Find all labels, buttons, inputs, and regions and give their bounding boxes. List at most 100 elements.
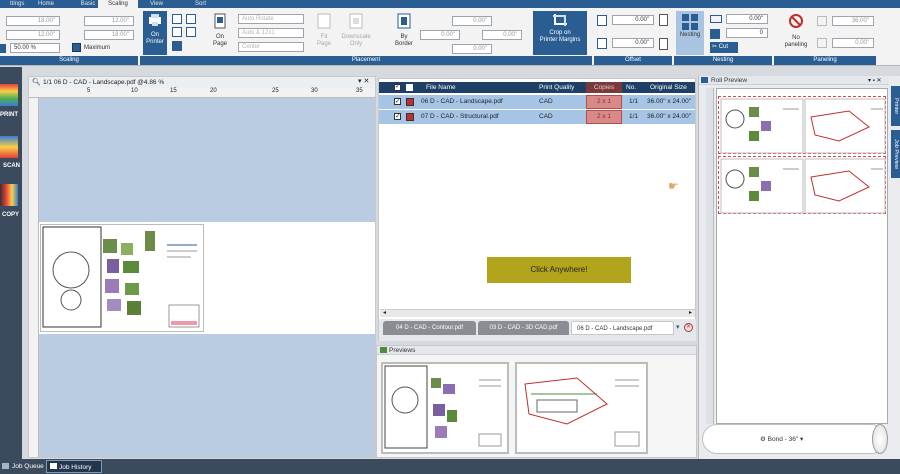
table-row[interactable]: 07 D - CAD - Structural.pdf CAD 2 x 1 1/… — [379, 110, 695, 124]
scaling-height-input[interactable]: 12.00" — [6, 30, 60, 40]
tab-home[interactable]: Home — [26, 0, 66, 8]
by-border-button[interactable]: By Border — [390, 13, 418, 55]
row-checkbox[interactable] — [394, 110, 401, 124]
offset-page-icon[interactable] — [659, 14, 668, 26]
media-dropdown-icon[interactable]: ▾ — [798, 436, 803, 443]
tab-list-icon[interactable]: ▾ — [676, 323, 680, 331]
landscape-drawing-thumbnail[interactable] — [40, 224, 204, 332]
scroll-left-icon[interactable]: ◂ — [383, 309, 386, 316]
nesting-label: Nesting — [679, 32, 701, 38]
ruler-tick: 10 — [131, 88, 138, 94]
copy-icon[interactable] — [0, 184, 18, 206]
tab-scaling[interactable]: Scaling — [98, 0, 138, 8]
on-page-label: On Page — [212, 34, 227, 47]
file-tab-3d-cad[interactable]: 03 D - CAD - 3D CAD.pdf — [478, 321, 569, 335]
no-paneling-icon — [789, 14, 803, 28]
fit-page-button[interactable]: Fit Page — [311, 13, 337, 55]
border-top-input[interactable]: 0.00" — [452, 16, 492, 26]
copies-cell[interactable]: 2 x 1 — [586, 95, 622, 109]
col-copies[interactable]: Copies — [586, 82, 622, 93]
panel-width-input[interactable]: 36.00" — [832, 16, 874, 26]
no-paneling-button[interactable]: No paneling — [780, 13, 812, 55]
cut-button[interactable]: ✂ Cut — [710, 42, 738, 53]
align-middle-icon[interactable] — [172, 27, 182, 37]
maximum-label: Maximum — [84, 45, 111, 51]
offset-y-icon — [597, 38, 607, 49]
roll-pane-controls[interactable]: ▾ ▪ ✕ — [868, 77, 882, 84]
pane-controls[interactable]: ▾ ✕ — [358, 77, 374, 87]
col-file-name[interactable]: File Name — [426, 82, 456, 93]
horizontal-scrollbar[interactable]: ◂ ▸ — [380, 309, 695, 317]
side-tab-printer[interactable]: Printer — [891, 86, 900, 126]
roll-page-row-1[interactable] — [718, 96, 886, 154]
scan-icon[interactable] — [0, 136, 18, 158]
panel-overlap-input[interactable]: 0.00" — [832, 38, 874, 48]
scaling-max-height-input[interactable]: 18.00" — [84, 30, 134, 40]
row-checkbox[interactable] — [394, 95, 401, 109]
offset-page2-icon[interactable] — [659, 38, 668, 50]
crop-printer-margins-button[interactable]: Crop on Printer Margins — [533, 11, 587, 55]
nesting-button[interactable]: Nesting — [676, 11, 704, 55]
select-all-checkbox[interactable] — [394, 81, 401, 92]
type-column-icon — [406, 84, 413, 91]
scaling-max-width-input[interactable]: 12.00" — [84, 16, 134, 26]
border-left-input[interactable]: 0.00" — [420, 30, 460, 40]
on-printer-button[interactable]: On Printer — [143, 11, 167, 55]
roll-page-row-2[interactable] — [718, 156, 886, 214]
nesting-count-input[interactable]: 0 — [726, 28, 768, 38]
crop-label: Crop on Printer Margins — [539, 30, 581, 43]
preview-thumb-structural[interactable] — [515, 362, 648, 454]
border-right-input[interactable]: 0.00" — [482, 30, 522, 40]
scaling-percent-dropdown[interactable]: 50.00 % — [10, 43, 60, 53]
downscale-only-button[interactable]: Downscale Only — [338, 13, 374, 55]
placement-group-header: Placement — [140, 56, 592, 65]
offset-y-input[interactable]: 0.00" — [612, 38, 654, 48]
center-dropdown[interactable]: Center — [238, 42, 304, 52]
col-original-size[interactable]: Original Size — [650, 82, 694, 93]
tab-view[interactable]: View — [140, 0, 170, 8]
auto-12x1-dropdown[interactable]: Auto & 12x1 — [238, 28, 304, 38]
table-row[interactable]: 06 D - CAD - Landscape.pdf CAD 2 x 1 1/1… — [379, 95, 695, 109]
maximum-icon[interactable] — [72, 43, 81, 52]
side-tab-job-preview[interactable]: Job Preview — [891, 130, 900, 178]
scroll-right-icon[interactable]: ▸ — [689, 309, 692, 316]
align-top-icon[interactable] — [172, 14, 182, 24]
file-tab-contour[interactable]: 04 D - CAD - Contour.pdf — [383, 321, 476, 335]
media-label[interactable]: Bond - 36" — [768, 436, 799, 443]
pointer-hand-icon: ☛ — [668, 179, 679, 193]
offset-x-input[interactable]: 0.00" — [612, 15, 654, 25]
tab-sort[interactable]: Sort — [185, 0, 215, 8]
ruler-tick: 20 — [210, 88, 217, 94]
panel-width-icon — [817, 16, 827, 26]
col-print-quality[interactable]: Print Quality — [539, 82, 574, 93]
scaling-width-input[interactable]: 18.00" — [6, 16, 60, 26]
copies-cell[interactable]: 2 x 1 — [586, 110, 622, 124]
align-right-icon[interactable] — [186, 14, 196, 24]
print-quality[interactable]: CAD — [539, 95, 553, 109]
tab-settings[interactable]: ttings — [0, 0, 24, 8]
crop-icon — [553, 14, 567, 26]
auto-rotate-dropdown[interactable]: Auto Rotate — [238, 14, 304, 24]
drawing-preview-graphic — [42, 226, 200, 328]
close-tab-icon[interactable]: ✕ — [684, 323, 693, 332]
print-icon[interactable] — [0, 84, 18, 106]
left-function-strip — [0, 67, 22, 459]
file-table-header: File Name Print Quality Copies No. Origi… — [379, 81, 695, 93]
on-page-button[interactable]: On Page — [208, 13, 232, 55]
nesting-gap-input[interactable]: 0.00" — [726, 14, 768, 24]
align-bottom-icon[interactable] — [172, 41, 182, 51]
click-anywhere-banner[interactable]: Click Anywhere! — [487, 257, 631, 283]
scale-mode-icon — [0, 44, 6, 53]
roll-icon — [701, 77, 708, 83]
printer-icon — [149, 14, 161, 26]
media-selector[interactable]: ⚙ Bond - 36" ▾ — [760, 435, 803, 443]
file-name: 06 D - CAD - Landscape.pdf — [421, 98, 503, 105]
border-bottom-input[interactable]: 0.00" — [452, 44, 492, 54]
zoom-icon[interactable]: 🔍︎ — [32, 78, 41, 86]
col-number[interactable]: No. — [626, 82, 636, 93]
original-size: 36.00" x 24.00" — [647, 98, 692, 105]
file-tab-landscape[interactable]: 06 D - CAD - Landscape.pdf — [571, 321, 674, 335]
align-left-icon[interactable] — [186, 27, 196, 37]
print-quality[interactable]: CAD — [539, 110, 553, 124]
preview-thumb-landscape[interactable] — [381, 362, 509, 454]
